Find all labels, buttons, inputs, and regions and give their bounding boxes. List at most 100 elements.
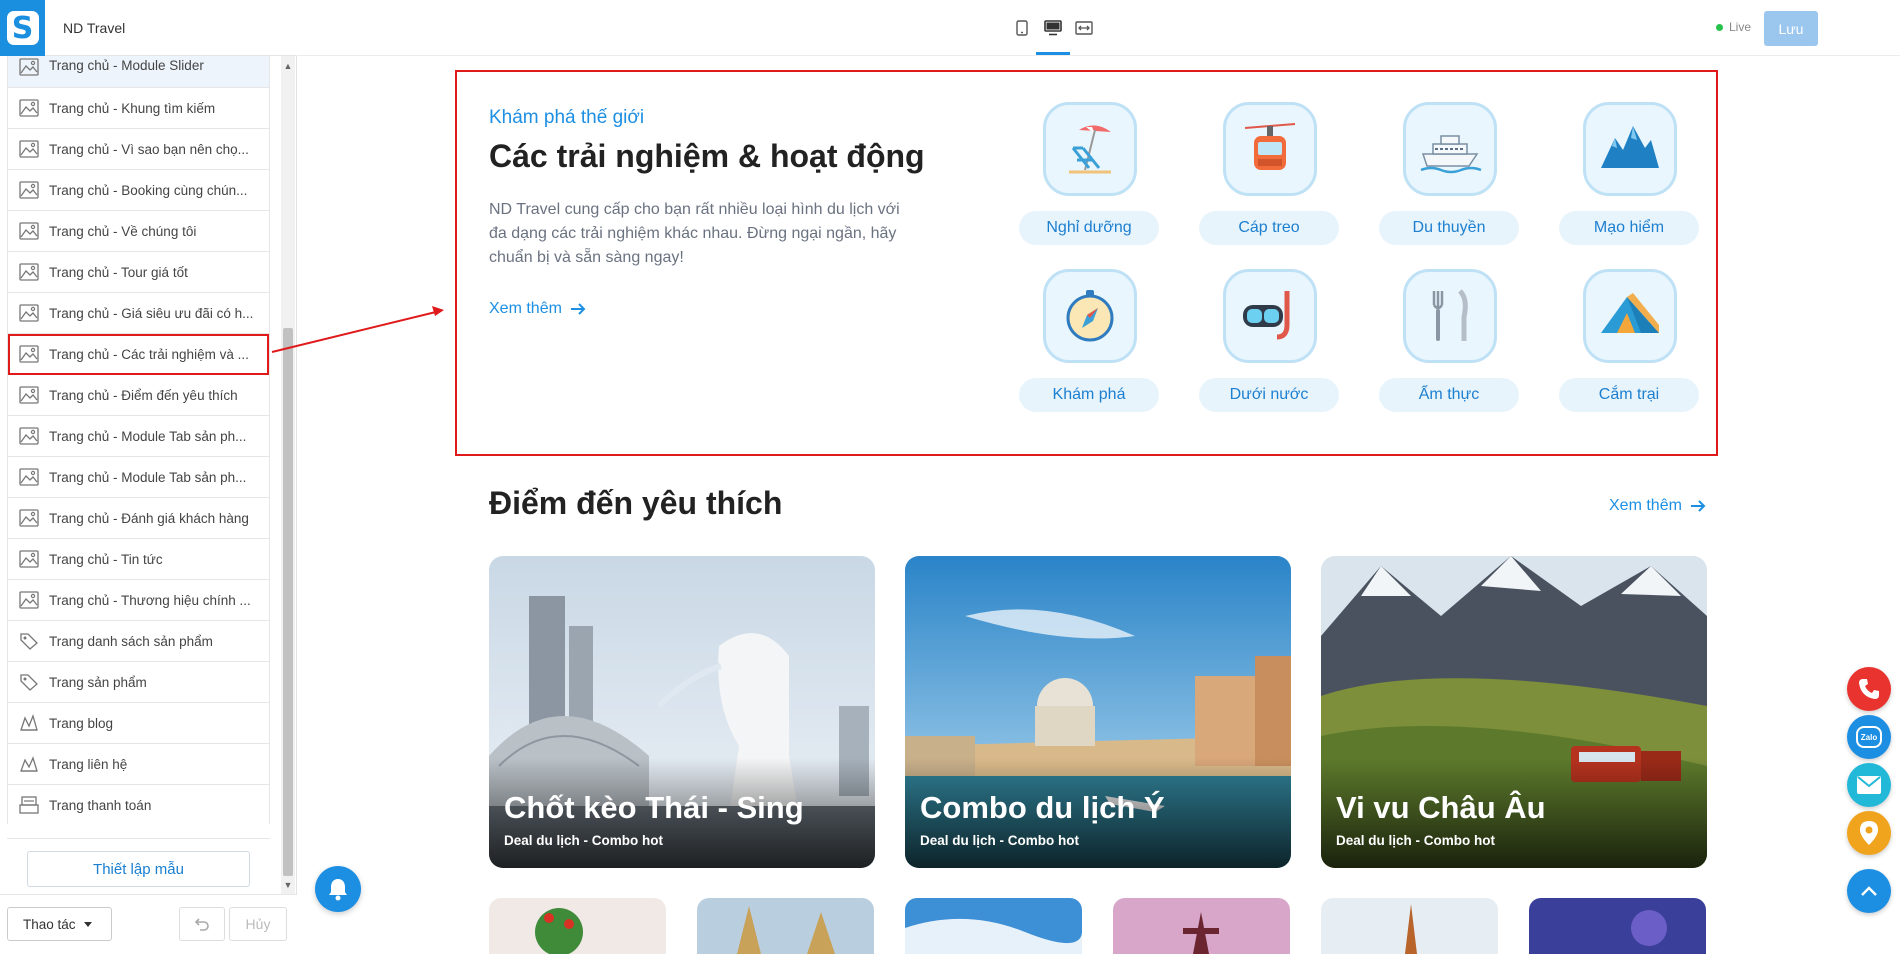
scroll-top-button[interactable] [1847, 869, 1891, 913]
section-title: Các trải nghiệm & hoạt động [489, 138, 925, 174]
category-card[interactable]: Khám phá [1019, 269, 1159, 429]
destination-thumbnail[interactable] [1321, 898, 1498, 954]
sidebar-item[interactable]: Trang chủ - Về chúng tôi [8, 211, 269, 252]
favorites-title: Điểm đến yêu thích [489, 485, 783, 521]
mobile-icon[interactable] [1011, 18, 1033, 38]
sidebar-item[interactable]: Trang chủ - Khung tìm kiếm [8, 88, 269, 129]
sidebar-item-label: Trang chủ - Điểm đến yêu thích [49, 387, 238, 403]
image-icon [19, 591, 39, 609]
app-title: ND Travel [63, 20, 126, 36]
sidebar: S ND Travel Trang chủ - Module Slider Tra… [0, 0, 297, 954]
divider [7, 838, 270, 839]
sidebar-item[interactable]: Trang sản phẩm [8, 662, 269, 703]
category-card[interactable]: Mạo hiểm [1559, 102, 1699, 262]
category-card[interactable]: Nghỉ dưỡng [1019, 102, 1159, 262]
image-icon [19, 181, 39, 199]
sidebar-item-label: Trang thanh toán [49, 797, 152, 813]
sidebar-item[interactable]: Trang danh sách sản phẩm [8, 621, 269, 662]
section-description: ND Travel cung cấp cho bạn rất nhiều loạ… [489, 201, 900, 266]
category-label: Nghỉ dưỡng [1019, 211, 1159, 245]
location-button[interactable] [1847, 811, 1891, 855]
sidebar-item-label: Trang chủ - Tin tức [49, 551, 163, 567]
sidebar-item-label: Trang chủ - Về chúng tôi [49, 223, 197, 239]
scroll-up-arrow-icon[interactable]: ▲ [281, 59, 295, 73]
cancel-button[interactable]: Hủy [229, 907, 287, 941]
sidebar-item[interactable]: Trang thanh toán [8, 785, 269, 824]
experiences-section[interactable]: Khám phá thế giới Các trải nghiệm & hoạt… [455, 70, 1718, 456]
destination-name: Chốt kèo Thái - Sing [504, 790, 804, 825]
arrow-right-icon [570, 303, 586, 315]
destination-thumbnail[interactable] [905, 898, 1082, 954]
sidebar-item[interactable]: Trang chủ - Tour giá tốt [8, 252, 269, 293]
favorites-more-link[interactable]: Xem thêm [1609, 497, 1706, 515]
sidebar-item[interactable]: Trang chủ - Module Tab sản ph... [8, 416, 269, 457]
category-card[interactable]: Du thuyền [1379, 102, 1519, 262]
save-button[interactable]: Lưu [1764, 11, 1818, 46]
category-card[interactable]: Cáp treo [1199, 102, 1339, 262]
app-logo[interactable]: S [0, 0, 45, 56]
sidebar-item[interactable]: Trang chủ - Đánh giá khách hàng [8, 498, 269, 539]
undo-button[interactable] [179, 907, 225, 941]
sidebar-item-label: Trang chủ - Booking cùng chún... [49, 182, 248, 198]
sidebar-item-label: Trang chủ - Module Tab sản ph... [49, 469, 247, 485]
notification-bell-button[interactable] [315, 866, 361, 912]
sidebar-item-label: Trang chủ - Các trải nghiệm và ... [49, 346, 249, 362]
sidebar-item-label: Trang chủ - Giá siêu ưu đãi có h... [49, 305, 254, 321]
destination-subtitle: Deal du lịch - Combo hot [1336, 833, 1495, 848]
category-card[interactable]: Ẩm thực [1379, 269, 1519, 429]
sidebar-item-label: Trang chủ - Module Tab sản ph... [49, 428, 247, 444]
image-icon [19, 263, 39, 281]
zalo-icon: Zalo [1856, 726, 1882, 748]
experiences-more-link[interactable]: Xem thêm [489, 300, 586, 318]
sidebar-item[interactable]: Trang chủ - Giá siêu ưu đãi có h... [8, 293, 269, 334]
sidebar-item[interactable]: Trang chủ - Điểm đến yêu thích [8, 375, 269, 416]
phone-button[interactable] [1847, 667, 1891, 711]
sidebar-item[interactable]: Trang chủ - Tin tức [8, 539, 269, 580]
sidebar-item-label: Trang liên hệ [49, 756, 128, 772]
image-icon [19, 468, 39, 486]
image-icon [19, 140, 39, 158]
cable-car-icon [1223, 102, 1317, 196]
zalo-text: Zalo [1860, 732, 1878, 742]
sidebar-item[interactable]: Trang liên hệ [8, 744, 269, 785]
sidebar-item[interactable]: Trang chủ - Các trải nghiệm và ... [8, 334, 269, 375]
actions-dropdown[interactable]: Thao tác [7, 907, 112, 941]
setup-template-button[interactable]: Thiết lập mẫu [27, 851, 250, 887]
mail-button[interactable] [1847, 763, 1891, 807]
sidebar-header: S ND Travel [0, 0, 297, 56]
destination-card[interactable]: Combo du lịch Ý Deal du lịch - Combo hot [905, 556, 1291, 868]
sidebar-item[interactable]: Trang chủ - Module Tab sản ph... [8, 457, 269, 498]
category-card[interactable]: Cắm trại [1559, 269, 1699, 429]
image-icon [19, 222, 39, 240]
live-dot-icon [1716, 23, 1723, 31]
category-card[interactable]: Dưới nước [1199, 269, 1339, 429]
sidebar-item[interactable]: Trang chủ - Module Slider [8, 56, 269, 88]
scroll-down-arrow-icon[interactable]: ▼ [281, 878, 295, 892]
logo-letter: S [6, 11, 39, 46]
desktop-icon[interactable] [1042, 18, 1064, 38]
zalo-button[interactable]: Zalo [1847, 715, 1891, 759]
sidebar-item-label: Trang danh sách sản phẩm [49, 633, 213, 649]
sidebar-item[interactable]: Trang chủ - Vì sao bạn nên chọ... [8, 129, 269, 170]
scroll-thumb[interactable] [283, 328, 293, 876]
destination-thumbnail[interactable] [1113, 898, 1290, 954]
sidebar-item[interactable]: Trang blog [8, 703, 269, 744]
image-icon [19, 550, 39, 568]
image-icon [19, 345, 39, 363]
destination-name: Vi vu Châu Âu [1336, 790, 1546, 825]
destination-thumbnail[interactable] [1529, 898, 1706, 954]
caret-down-icon [83, 921, 92, 927]
sidebar-item[interactable]: Trang chủ - Thương hiệu chính ... [8, 580, 269, 621]
sidebar-item[interactable]: Trang chủ - Booking cùng chún... [8, 170, 269, 211]
contact-icon [19, 755, 39, 773]
image-icon [19, 509, 39, 527]
destination-card[interactable]: Chốt kèo Thái - Sing Deal du lịch - Comb… [489, 556, 875, 868]
destination-thumbnail[interactable] [489, 898, 666, 954]
destination-card[interactable]: Vi vu Châu Âu Deal du lịch - Combo hot [1321, 556, 1707, 868]
scroll-top-icon [1861, 886, 1877, 896]
cruise-ship-icon [1403, 102, 1497, 196]
destination-thumbnail[interactable] [697, 898, 874, 954]
sidebar-scrollbar[interactable]: ▲ ▼ [281, 56, 295, 894]
beach-chair-icon [1043, 102, 1137, 196]
fullwidth-icon[interactable] [1073, 18, 1095, 38]
